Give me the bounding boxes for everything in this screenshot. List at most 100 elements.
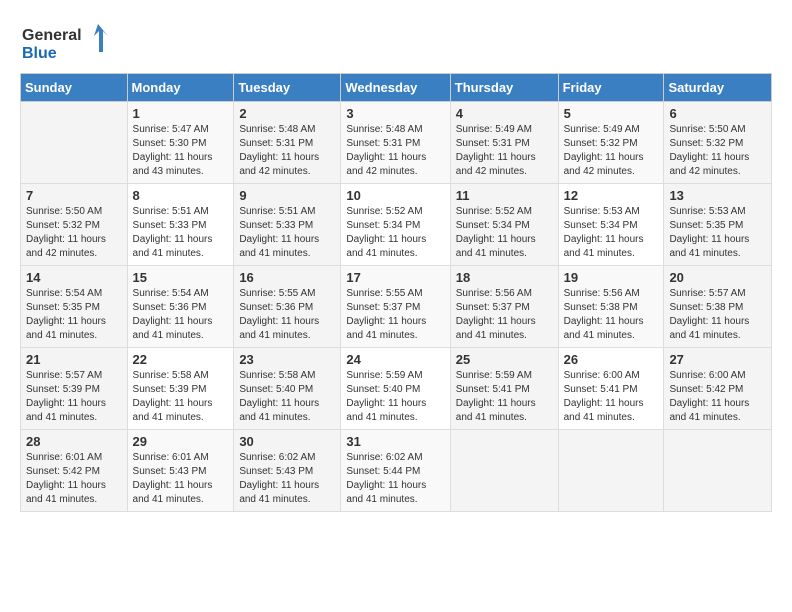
day-detail: Sunrise: 5:52 AMSunset: 5:34 PMDaylight:… [456, 206, 536, 259]
calendar-cell: 3 Sunrise: 5:48 AMSunset: 5:31 PMDayligh… [341, 102, 450, 184]
calendar-cell [450, 430, 558, 512]
calendar-cell: 20 Sunrise: 5:57 AMSunset: 5:38 PMDaylig… [664, 266, 772, 348]
day-detail: Sunrise: 5:59 AMSunset: 5:41 PMDaylight:… [456, 370, 536, 423]
calendar-cell: 10 Sunrise: 5:52 AMSunset: 5:34 PMDaylig… [341, 184, 450, 266]
svg-text:Blue: Blue [22, 45, 57, 62]
calendar-table: SundayMondayTuesdayWednesdayThursdayFrid… [20, 73, 772, 512]
week-row-1: 1 Sunrise: 5:47 AMSunset: 5:30 PMDayligh… [21, 102, 772, 184]
day-detail: Sunrise: 6:02 AMSunset: 5:44 PMDaylight:… [346, 452, 426, 505]
calendar-cell: 7 Sunrise: 5:50 AMSunset: 5:32 PMDayligh… [21, 184, 128, 266]
day-detail: Sunrise: 6:01 AMSunset: 5:43 PMDaylight:… [133, 452, 213, 505]
day-detail: Sunrise: 5:54 AMSunset: 5:35 PMDaylight:… [26, 288, 106, 341]
day-detail: Sunrise: 5:57 AMSunset: 5:38 PMDaylight:… [669, 288, 749, 341]
calendar-cell: 24 Sunrise: 5:59 AMSunset: 5:40 PMDaylig… [341, 348, 450, 430]
day-detail: Sunrise: 5:57 AMSunset: 5:39 PMDaylight:… [26, 370, 106, 423]
day-detail: Sunrise: 5:58 AMSunset: 5:39 PMDaylight:… [133, 370, 213, 423]
calendar-cell: 11 Sunrise: 5:52 AMSunset: 5:34 PMDaylig… [450, 184, 558, 266]
day-number: 17 [346, 270, 444, 285]
svg-text:General: General [22, 27, 82, 44]
calendar-cell: 2 Sunrise: 5:48 AMSunset: 5:31 PMDayligh… [234, 102, 341, 184]
column-header-sunday: Sunday [21, 74, 128, 102]
calendar-cell: 12 Sunrise: 5:53 AMSunset: 5:34 PMDaylig… [558, 184, 664, 266]
calendar-cell: 1 Sunrise: 5:47 AMSunset: 5:30 PMDayligh… [127, 102, 234, 184]
day-number: 3 [346, 106, 444, 121]
week-row-4: 21 Sunrise: 5:57 AMSunset: 5:39 PMDaylig… [21, 348, 772, 430]
calendar-cell: 9 Sunrise: 5:51 AMSunset: 5:33 PMDayligh… [234, 184, 341, 266]
calendar-cell: 22 Sunrise: 5:58 AMSunset: 5:39 PMDaylig… [127, 348, 234, 430]
calendar-cell [558, 430, 664, 512]
day-number: 5 [564, 106, 659, 121]
day-number: 30 [239, 434, 335, 449]
column-header-tuesday: Tuesday [234, 74, 341, 102]
day-number: 12 [564, 188, 659, 203]
column-header-friday: Friday [558, 74, 664, 102]
day-detail: Sunrise: 5:48 AMSunset: 5:31 PMDaylight:… [346, 124, 426, 177]
calendar-cell: 16 Sunrise: 5:55 AMSunset: 5:36 PMDaylig… [234, 266, 341, 348]
day-detail: Sunrise: 6:00 AMSunset: 5:41 PMDaylight:… [564, 370, 644, 423]
calendar-cell: 31 Sunrise: 6:02 AMSunset: 5:44 PMDaylig… [341, 430, 450, 512]
day-detail: Sunrise: 5:55 AMSunset: 5:36 PMDaylight:… [239, 288, 319, 341]
day-number: 31 [346, 434, 444, 449]
day-number: 20 [669, 270, 766, 285]
calendar-cell: 8 Sunrise: 5:51 AMSunset: 5:33 PMDayligh… [127, 184, 234, 266]
week-row-2: 7 Sunrise: 5:50 AMSunset: 5:32 PMDayligh… [21, 184, 772, 266]
calendar-cell [21, 102, 128, 184]
calendar-cell: 21 Sunrise: 5:57 AMSunset: 5:39 PMDaylig… [21, 348, 128, 430]
day-detail: Sunrise: 5:58 AMSunset: 5:40 PMDaylight:… [239, 370, 319, 423]
logo-svg: General Blue [20, 20, 120, 65]
day-detail: Sunrise: 5:53 AMSunset: 5:34 PMDaylight:… [564, 206, 644, 259]
day-detail: Sunrise: 5:56 AMSunset: 5:37 PMDaylight:… [456, 288, 536, 341]
calendar-cell: 27 Sunrise: 6:00 AMSunset: 5:42 PMDaylig… [664, 348, 772, 430]
page-header: General Blue [20, 20, 772, 65]
day-number: 7 [26, 188, 122, 203]
day-number: 14 [26, 270, 122, 285]
day-detail: Sunrise: 6:01 AMSunset: 5:42 PMDaylight:… [26, 452, 106, 505]
column-header-wednesday: Wednesday [341, 74, 450, 102]
calendar-cell: 26 Sunrise: 6:00 AMSunset: 5:41 PMDaylig… [558, 348, 664, 430]
day-detail: Sunrise: 5:50 AMSunset: 5:32 PMDaylight:… [669, 124, 749, 177]
day-number: 10 [346, 188, 444, 203]
day-number: 8 [133, 188, 229, 203]
day-number: 11 [456, 188, 553, 203]
calendar-cell: 6 Sunrise: 5:50 AMSunset: 5:32 PMDayligh… [664, 102, 772, 184]
calendar-cell: 17 Sunrise: 5:55 AMSunset: 5:37 PMDaylig… [341, 266, 450, 348]
calendar-cell: 25 Sunrise: 5:59 AMSunset: 5:41 PMDaylig… [450, 348, 558, 430]
day-number: 26 [564, 352, 659, 367]
day-detail: Sunrise: 5:51 AMSunset: 5:33 PMDaylight:… [133, 206, 213, 259]
calendar-cell: 15 Sunrise: 5:54 AMSunset: 5:36 PMDaylig… [127, 266, 234, 348]
column-header-thursday: Thursday [450, 74, 558, 102]
calendar-cell: 5 Sunrise: 5:49 AMSunset: 5:32 PMDayligh… [558, 102, 664, 184]
column-header-saturday: Saturday [664, 74, 772, 102]
day-detail: Sunrise: 5:48 AMSunset: 5:31 PMDaylight:… [239, 124, 319, 177]
column-header-monday: Monday [127, 74, 234, 102]
calendar-cell: 23 Sunrise: 5:58 AMSunset: 5:40 PMDaylig… [234, 348, 341, 430]
logo: General Blue [20, 20, 120, 65]
calendar-cell: 29 Sunrise: 6:01 AMSunset: 5:43 PMDaylig… [127, 430, 234, 512]
day-detail: Sunrise: 5:50 AMSunset: 5:32 PMDaylight:… [26, 206, 106, 259]
day-number: 9 [239, 188, 335, 203]
day-detail: Sunrise: 6:00 AMSunset: 5:42 PMDaylight:… [669, 370, 749, 423]
day-number: 28 [26, 434, 122, 449]
calendar-cell: 19 Sunrise: 5:56 AMSunset: 5:38 PMDaylig… [558, 266, 664, 348]
day-number: 2 [239, 106, 335, 121]
calendar-cell [664, 430, 772, 512]
day-detail: Sunrise: 5:49 AMSunset: 5:32 PMDaylight:… [564, 124, 644, 177]
day-number: 29 [133, 434, 229, 449]
day-number: 24 [346, 352, 444, 367]
day-number: 15 [133, 270, 229, 285]
day-number: 21 [26, 352, 122, 367]
day-number: 16 [239, 270, 335, 285]
calendar-cell: 13 Sunrise: 5:53 AMSunset: 5:35 PMDaylig… [664, 184, 772, 266]
day-number: 1 [133, 106, 229, 121]
week-row-3: 14 Sunrise: 5:54 AMSunset: 5:35 PMDaylig… [21, 266, 772, 348]
day-detail: Sunrise: 5:51 AMSunset: 5:33 PMDaylight:… [239, 206, 319, 259]
day-detail: Sunrise: 5:53 AMSunset: 5:35 PMDaylight:… [669, 206, 749, 259]
calendar-cell: 14 Sunrise: 5:54 AMSunset: 5:35 PMDaylig… [21, 266, 128, 348]
day-number: 22 [133, 352, 229, 367]
day-number: 19 [564, 270, 659, 285]
calendar-cell: 30 Sunrise: 6:02 AMSunset: 5:43 PMDaylig… [234, 430, 341, 512]
day-detail: Sunrise: 5:52 AMSunset: 5:34 PMDaylight:… [346, 206, 426, 259]
calendar-cell: 4 Sunrise: 5:49 AMSunset: 5:31 PMDayligh… [450, 102, 558, 184]
day-number: 23 [239, 352, 335, 367]
day-number: 18 [456, 270, 553, 285]
